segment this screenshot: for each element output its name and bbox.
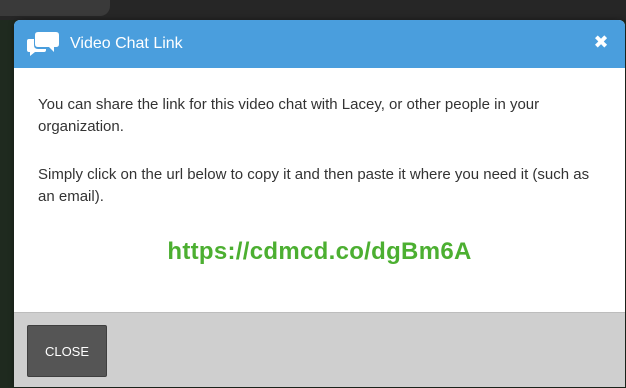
- close-icon[interactable]: ✖: [591, 32, 611, 54]
- copy-instructions-text: Simply click on the url below to copy it…: [38, 166, 590, 205]
- dialog-body: You can share the link for this video ch…: [14, 68, 625, 312]
- dialog-title: Video Chat Link: [70, 35, 183, 52]
- dialog-header: Video Chat Link ✖: [14, 20, 625, 68]
- dialog-footer: CLOSE: [14, 312, 625, 387]
- background-tab: [0, 0, 110, 16]
- close-button[interactable]: CLOSE: [27, 325, 107, 377]
- chat-bubbles-icon: [26, 30, 60, 58]
- share-instructions-text: You can share the link for this video ch…: [38, 96, 540, 135]
- video-chat-url-link[interactable]: https://cdmcd.co/dgBm6A: [14, 238, 625, 266]
- video-chat-link-dialog: Video Chat Link ✖ You can share the link…: [14, 20, 625, 387]
